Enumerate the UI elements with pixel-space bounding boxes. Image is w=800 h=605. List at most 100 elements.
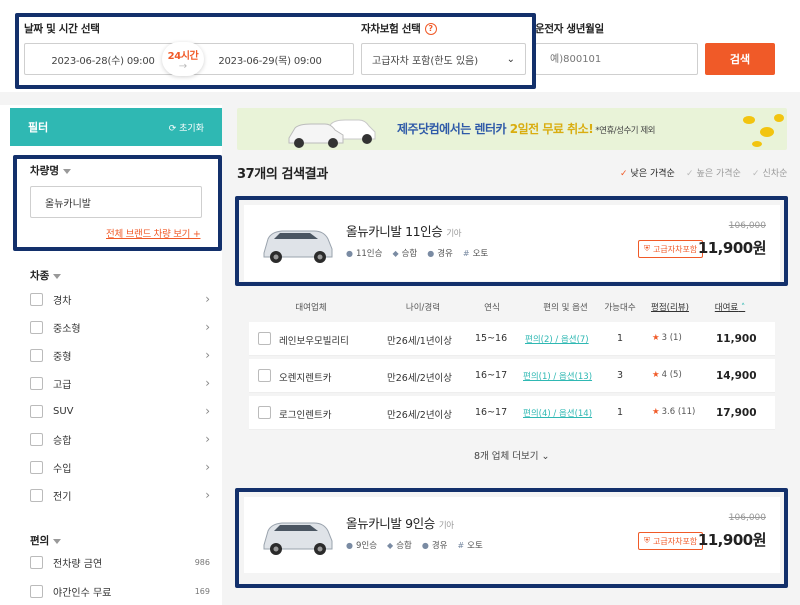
rental-price: 17,900: [716, 407, 757, 419]
filter-header: 필터 ⟳ 초기화: [10, 108, 222, 146]
checkbox[interactable]: [30, 584, 43, 598]
car-card[interactable]: 올뉴카니발 11인승 기아 ● 11인승 ◆ 승합 ● 경유 # 오토 106,000 ⛨…: [244, 205, 780, 281]
type-filter-item[interactable]: 중형 ›: [30, 346, 210, 364]
promo-banner[interactable]: 제주닷컴에서는 렌터카 2일전 무료 취소! *연휴/성수기 제외: [237, 108, 787, 150]
divider-band: [0, 92, 800, 105]
checkbox[interactable]: [30, 320, 43, 334]
checkbox[interactable]: [258, 332, 271, 345]
options-link[interactable]: 편의(4) / 옵션(14): [523, 407, 592, 419]
sort-low-price[interactable]: ✓ 낮은 가격순: [620, 166, 675, 179]
type-filter-item[interactable]: 전기 ›: [30, 486, 210, 504]
type-filter-item[interactable]: SUV ›: [30, 402, 210, 420]
checkbox[interactable]: [30, 376, 43, 390]
car-icon: ◆: [392, 248, 399, 258]
table-row[interactable]: 레인보우모빌리티 만26세/1년이상 15~16 편의(2) / 옵션(7) 1…: [249, 322, 775, 356]
convenience-filter-item[interactable]: 전차량 금연 986: [30, 553, 210, 571]
fuel-text: 경유: [437, 249, 453, 259]
chevron-right-icon[interactable]: ›: [205, 432, 210, 446]
car-image: [263, 522, 333, 555]
chevron-right-icon[interactable]: ›: [205, 320, 210, 334]
chevron-right-icon[interactable]: ›: [205, 348, 210, 362]
rating: ★ 4 (5): [652, 370, 682, 380]
check-icon: ✓: [752, 169, 760, 179]
rental-price: 14,900: [716, 370, 757, 382]
help-icon[interactable]: ?: [424, 23, 437, 35]
fuel-drop-icon: ●: [421, 540, 429, 550]
convenience-count: 169: [194, 586, 210, 596]
type-filter-item[interactable]: 고급 ›: [30, 374, 210, 392]
class-text: 승합: [401, 249, 418, 259]
type-filter-label: 전기: [53, 491, 72, 503]
rating: ★ 3 (1): [652, 333, 682, 343]
result-count: 37개의 검색결과: [237, 167, 328, 182]
checkbox[interactable]: [30, 460, 43, 474]
reset-button[interactable]: ⟳ 초기화: [169, 121, 204, 134]
car-maker: 기아: [446, 229, 462, 239]
convenience-title-text: 편의: [30, 535, 50, 547]
checkbox[interactable]: [30, 488, 43, 502]
checkbox[interactable]: [30, 292, 43, 306]
checkbox[interactable]: [258, 406, 271, 419]
car-specs: ● 11인승 ◆ 승합 ● 경유 # 오토: [346, 247, 488, 260]
chevron-right-icon[interactable]: ›: [205, 376, 210, 390]
table-row[interactable]: 로그인렌트카 만26세/2년이상 16~17 편의(4) / 옵션(14) 1 …: [249, 396, 775, 430]
chevron-right-icon[interactable]: ›: [205, 404, 210, 418]
banner-cars-illustration: [288, 119, 376, 148]
car-year: 16~17: [475, 407, 508, 418]
insurance-label-text: 자차보험 선택: [361, 23, 421, 35]
spec-seats: ● 11인승: [346, 247, 382, 260]
car-title[interactable]: 올뉴카니발 11인승 기아: [346, 221, 462, 240]
all-brands-link[interactable]: 전체 브랜드 차량 보기 +: [106, 226, 201, 240]
type-filter-label: 경차: [53, 295, 72, 307]
sort-new-car[interactable]: ✓ 신차순: [752, 166, 787, 179]
car-card[interactable]: 올뉴카니발 9인승 기아 ● 9인승 ◆ 승합 ● 경유 # 오토 106,000 ⛨ 고급…: [244, 497, 780, 573]
search-button[interactable]: 검색: [705, 43, 775, 75]
chevron-right-icon[interactable]: ›: [205, 488, 210, 502]
start-datetime-field[interactable]: 2023-06-28(수) 09:00: [24, 43, 182, 75]
spec-fuel: ● 경유: [427, 247, 453, 260]
banner-highlight: 2일전 무료 취소!: [509, 122, 594, 136]
checkbox[interactable]: [30, 432, 43, 446]
chevron-right-icon[interactable]: ›: [205, 292, 210, 306]
carname-section-title[interactable]: 차량명: [30, 163, 71, 178]
sort-high-price[interactable]: ✓ 높은 가격순: [686, 166, 741, 179]
checkbox[interactable]: [30, 404, 43, 418]
spec-class: ◆ 승합: [392, 247, 418, 260]
duration-text: 24시간: [167, 51, 199, 62]
convenience-section-title[interactable]: 편의: [30, 533, 62, 548]
car-specs: ● 9인승 ◆ 승합 ● 경유 # 오토: [346, 539, 483, 552]
table-row[interactable]: 오렌지렌트카 만26세/2년이상 16~17 편의(1) / 옵션(13) 3 …: [249, 359, 775, 393]
checkbox[interactable]: [258, 369, 271, 382]
birthdate-input[interactable]: [535, 43, 698, 75]
checkbox[interactable]: [30, 348, 43, 362]
spec-transmission: # 오토: [457, 539, 482, 552]
convenience-filter-item[interactable]: 야간인수 무료 169: [30, 582, 210, 600]
chevron-right-icon[interactable]: ›: [205, 460, 210, 474]
gear-shift-icon: #: [457, 540, 465, 550]
carname-input[interactable]: 올뉴카니발: [30, 186, 202, 218]
badge-text: 고급자차포함: [653, 536, 698, 546]
available-count: 3: [617, 370, 624, 381]
company-name: 로그인렌트카: [279, 410, 332, 421]
table-header-sortable[interactable]: 대여료 ˄: [710, 301, 750, 313]
options-link[interactable]: 편의(2) / 옵션(7): [525, 333, 589, 345]
type-filter-item[interactable]: 중소형 ›: [30, 318, 210, 336]
car-year: 15~16: [475, 333, 508, 344]
table-header: 편의 및 옵션: [543, 303, 588, 313]
show-more-companies-button[interactable]: 8개 업체 더보기 ⌄: [474, 448, 550, 462]
checkbox[interactable]: [30, 555, 43, 569]
end-datetime-field[interactable]: 2023-06-29(목) 09:00: [186, 43, 354, 75]
banner-text: 제주닷컴에서는 렌터카 2일전 무료 취소! *연휴/성수기 제외: [397, 120, 655, 137]
table-header-sortable[interactable]: 평점(리뷰): [645, 301, 695, 313]
type-filter-item[interactable]: 경차 ›: [30, 290, 210, 308]
car-title[interactable]: 올뉴카니발 9인승 기아: [346, 513, 454, 532]
arrow-right-icon: →: [178, 61, 188, 72]
type-filter-item[interactable]: 승합 ›: [30, 430, 210, 448]
car-type-section-title[interactable]: 차종: [30, 268, 62, 283]
banner-text-b: 렌터카: [474, 122, 510, 136]
insurance-select[interactable]: 고급자차 포함(한도 있음) ⌄: [361, 43, 526, 75]
type-filter-label: 중소형: [53, 323, 81, 335]
options-link[interactable]: 편의(1) / 옵션(13): [523, 370, 592, 382]
type-filter-item[interactable]: 수입 ›: [30, 458, 210, 476]
person-icon: ●: [346, 540, 353, 550]
